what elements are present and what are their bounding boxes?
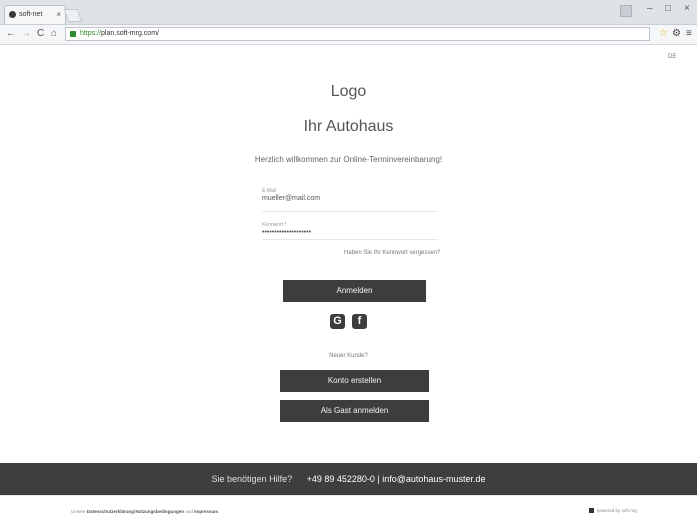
password-value[interactable]: •••••••••••••••••••• bbox=[262, 229, 438, 236]
profile-icon[interactable] bbox=[620, 5, 632, 17]
logo: Logo bbox=[330, 83, 367, 100]
password-field[interactable]: Kennwort * •••••••••••••••••••• bbox=[262, 222, 438, 240]
help-footer: Sie benötigen Hilfe? +49 89 452280-0 | i… bbox=[0, 463, 697, 495]
email-label: E-Mail bbox=[262, 188, 277, 194]
powered-by: powered by soft-nrg bbox=[589, 508, 637, 514]
extension-gear-icon[interactable]: ⚙ bbox=[672, 28, 681, 40]
browser-tab[interactable]: soft-net × bbox=[4, 5, 66, 24]
email-field[interactable]: E-Mail mueller@mail.com bbox=[262, 188, 438, 212]
help-text: Sie benötigen Hilfe? bbox=[211, 474, 293, 484]
legal-prefix: Unsere bbox=[71, 509, 86, 514]
facebook-login-icon[interactable]: f bbox=[352, 314, 367, 329]
new-customer-text: Neuer Kunde? bbox=[329, 353, 368, 359]
maximize-button[interactable]: □ bbox=[665, 3, 671, 14]
bookmark-star-icon[interactable]: ☆ bbox=[659, 28, 668, 40]
close-window-button[interactable]: × bbox=[684, 3, 690, 14]
language-switch[interactable]: DE bbox=[668, 54, 676, 60]
imprint-link[interactable]: Impressum bbox=[194, 509, 218, 514]
new-tab-button[interactable] bbox=[63, 9, 83, 22]
forward-icon[interactable]: → bbox=[21, 29, 31, 39]
vendor-logo-icon bbox=[589, 508, 594, 514]
home-icon[interactable]: ⌂ bbox=[51, 29, 57, 39]
google-login-icon[interactable]: G bbox=[330, 314, 345, 329]
menu-hamburger-icon[interactable]: ≡ bbox=[686, 28, 692, 40]
browser-toolbar: ← → C ⌂ https://plan.soft-mrg.com/ ☆ ⚙ ≡ bbox=[0, 25, 697, 45]
tab-close-icon[interactable]: × bbox=[56, 10, 61, 19]
page-title: Ihr Autohaus bbox=[303, 118, 394, 135]
url-scheme: https:// bbox=[80, 30, 102, 37]
powered-by-text: powered by soft-nrg bbox=[597, 508, 637, 513]
login-button[interactable]: Anmelden bbox=[283, 280, 426, 302]
browser-tabbar: soft-net × – □ × bbox=[0, 0, 697, 25]
tab-title: soft-net bbox=[19, 11, 43, 18]
privacy-link[interactable]: Datenschutzerklärung bbox=[87, 509, 134, 514]
create-account-button[interactable]: Konto erstellen bbox=[280, 370, 429, 392]
legal-links: Unsere Datenschutzerklärung/Nutzungsbedi… bbox=[71, 509, 218, 514]
guest-login-button[interactable]: Als Gast anmelden bbox=[280, 400, 429, 422]
terms-link[interactable]: Nutzungsbedingungen bbox=[135, 509, 184, 514]
lock-icon bbox=[70, 31, 76, 37]
email-value[interactable]: mueller@mail.com bbox=[262, 195, 438, 202]
url-host: plan.soft-mrg.com/ bbox=[101, 30, 159, 37]
password-label: Kennwort * bbox=[262, 222, 287, 228]
forgot-password-link[interactable]: Haben Sie Ihr Kennwort vergessen? bbox=[344, 250, 440, 256]
legal-bar: Unsere Datenschutzerklärung/Nutzungsbedi… bbox=[0, 495, 697, 524]
minimize-button[interactable]: – bbox=[647, 3, 653, 14]
legal-and: und bbox=[185, 509, 193, 514]
contact-info[interactable]: +49 89 452280-0 | info@autohaus-muster.d… bbox=[307, 474, 486, 484]
address-bar[interactable]: https://plan.soft-mrg.com/ bbox=[65, 27, 650, 41]
reload-icon[interactable]: C bbox=[37, 29, 44, 39]
favicon-icon bbox=[9, 11, 16, 18]
back-icon[interactable]: ← bbox=[6, 29, 16, 39]
welcome-text: Herzlich willkommen zur Online-Terminver… bbox=[254, 155, 443, 164]
